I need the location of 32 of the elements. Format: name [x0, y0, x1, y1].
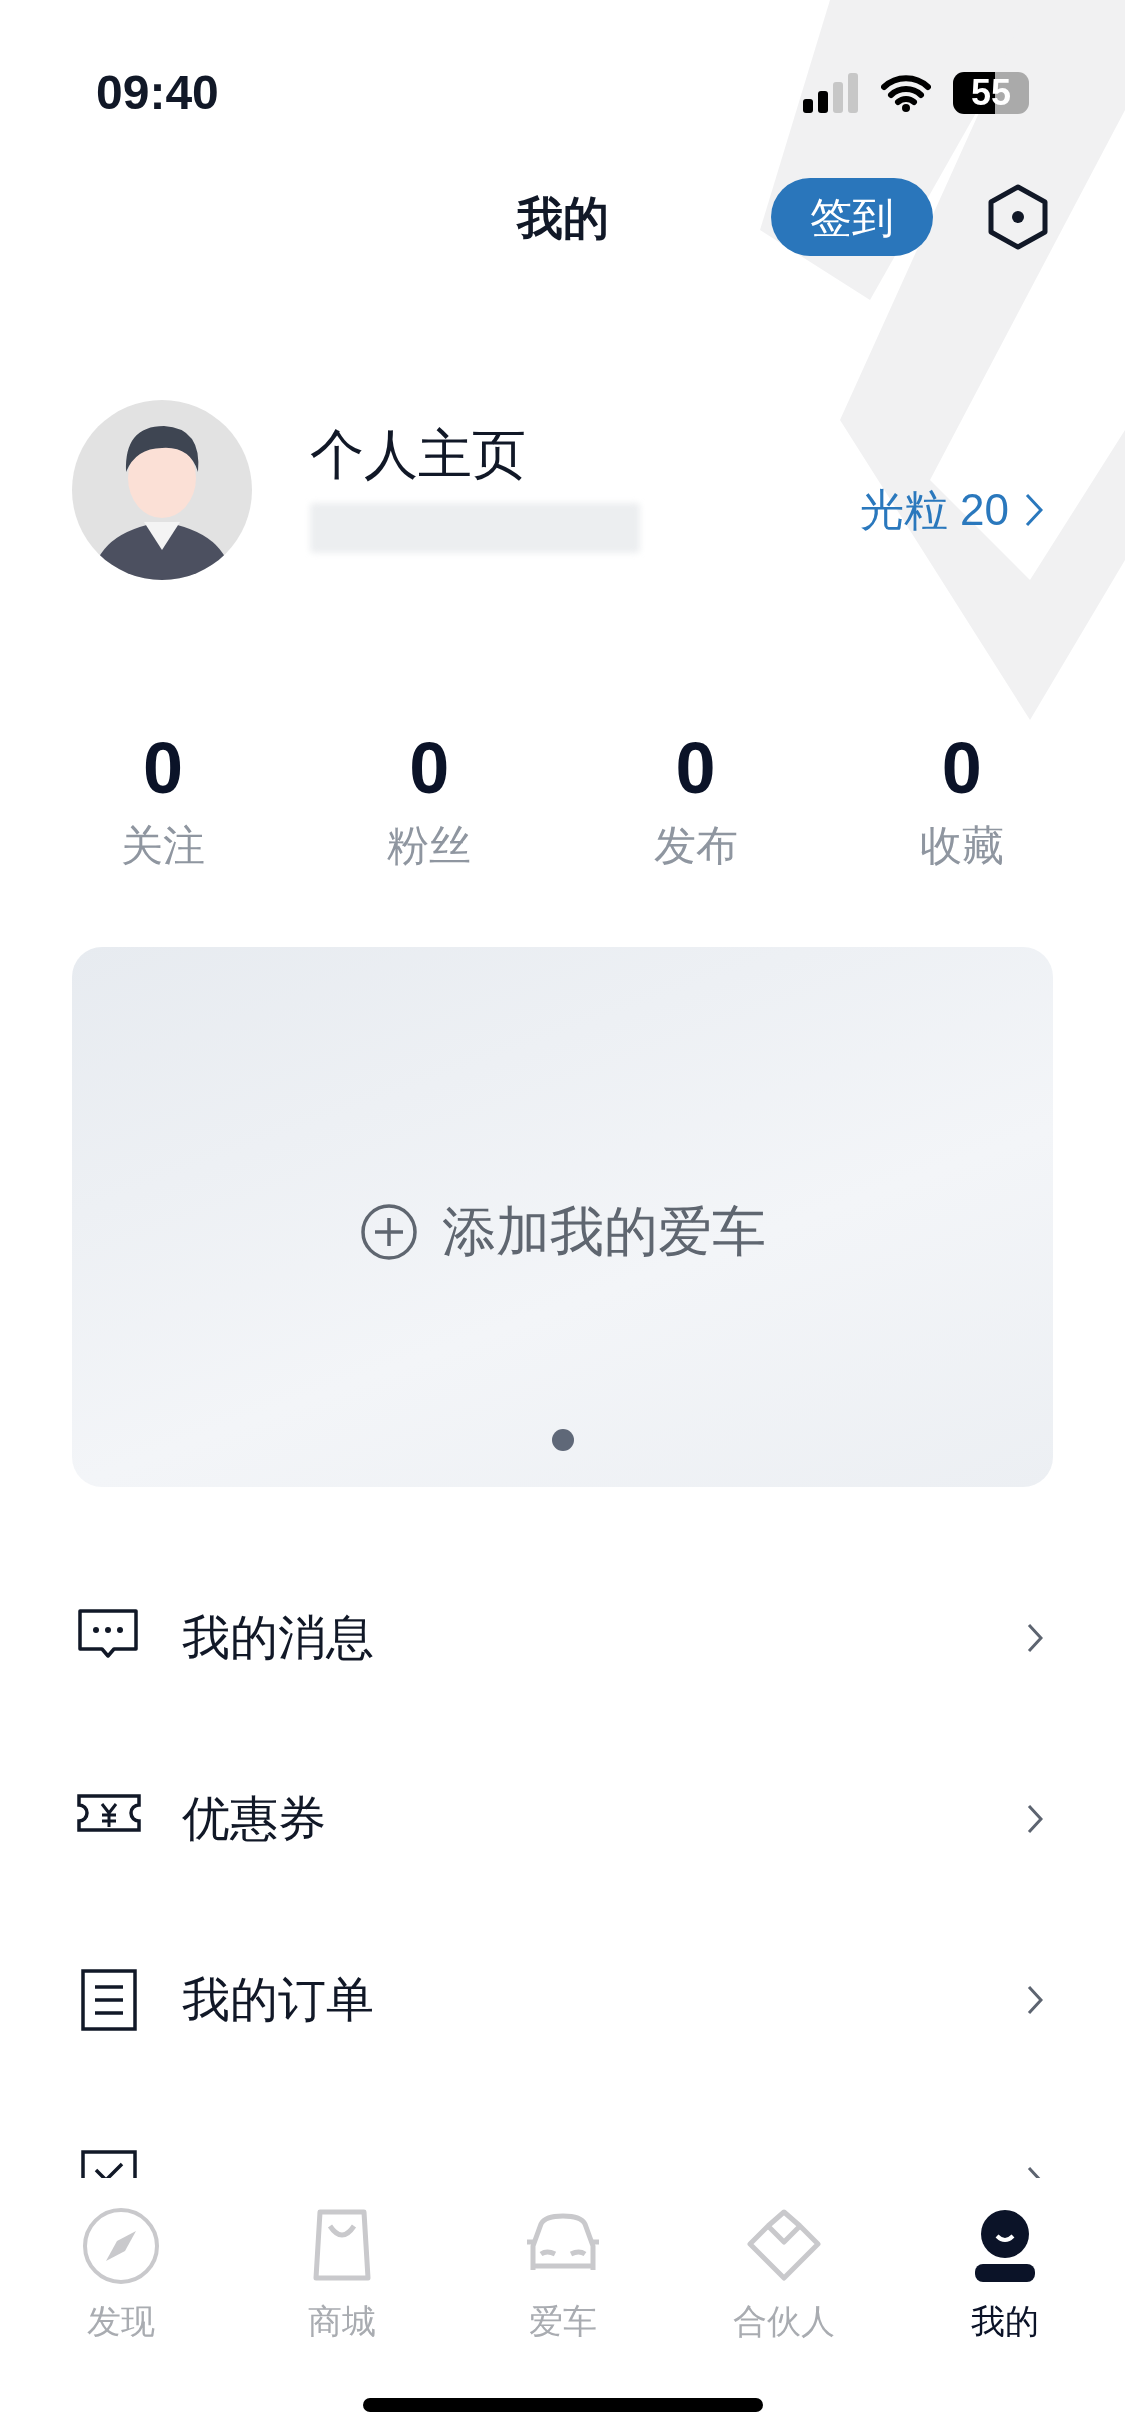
status-time: 09:40	[96, 65, 219, 121]
menu-item[interactable]: 我的订单	[0, 1909, 1125, 2090]
chevron-right-icon	[1027, 1803, 1043, 1834]
tab-bar-item[interactable]: 我的	[894, 2206, 1115, 2347]
stat-value[interactable]: 0	[409, 732, 450, 804]
add-car-label: 添加我的爱车	[441, 1200, 766, 1263]
stat-value[interactable]: 0	[941, 732, 982, 804]
stat-value[interactable]: 0	[675, 732, 716, 804]
stat-label[interactable]: 关注	[121, 814, 206, 877]
chevron-right-icon	[1027, 1984, 1043, 2015]
signal-icon	[803, 73, 859, 113]
menu-item[interactable]: 我的消息	[0, 1547, 1125, 1728]
chevron-right-icon	[1025, 493, 1043, 527]
stat-value[interactable]: 0	[143, 732, 184, 804]
add-icon	[359, 1202, 418, 1261]
chevron-right-icon	[1027, 1622, 1043, 1653]
menu-label: 优惠券	[182, 1790, 326, 1847]
stat-label[interactable]: 粉丝	[387, 814, 472, 877]
menu-label: 我的消息	[182, 1609, 374, 1666]
menu-label: 我的订单	[182, 1971, 374, 2028]
check-in-button[interactable]: 签到	[771, 178, 933, 256]
points-link[interactable]: 光粒 20	[859, 477, 1043, 543]
profile-name[interactable]: 个人主页	[310, 427, 640, 481]
stat-label[interactable]: 发布	[653, 814, 738, 877]
settings-icon[interactable]	[987, 184, 1049, 250]
wifi-icon	[881, 74, 931, 112]
page-title: 我的	[516, 190, 609, 246]
stat-label[interactable]: 收藏	[919, 814, 1004, 877]
car-card[interactable]: 添加我的爱车	[72, 947, 1053, 1487]
compass-icon	[80, 2206, 161, 2286]
menu-item[interactable]: 优惠券	[0, 1728, 1125, 1909]
avatar[interactable]	[72, 400, 252, 580]
